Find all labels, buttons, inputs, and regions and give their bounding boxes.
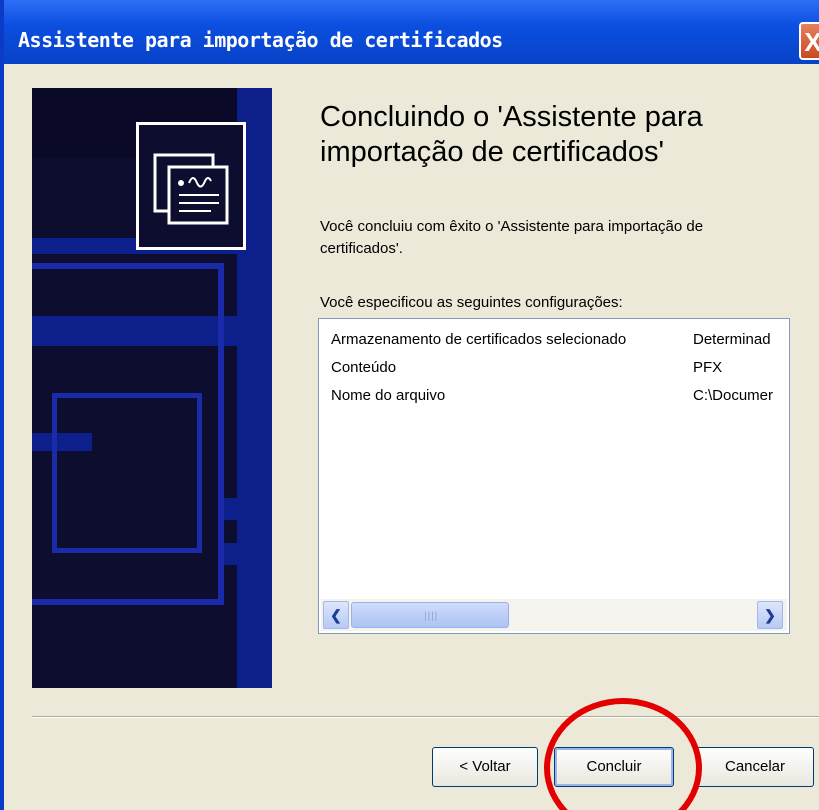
window-title: Assistente para importação de certificad… <box>18 28 503 52</box>
import-wizard-window: Assistente para importação de certificad… <box>0 0 819 810</box>
horizontal-scrollbar[interactable]: ❮ |||| ❯ <box>321 599 787 631</box>
setting-value: PFX <box>693 359 723 376</box>
grip-icon: |||| <box>424 611 439 622</box>
finish-button[interactable]: Concluir <box>554 747 674 787</box>
footer-divider <box>32 716 819 718</box>
back-button[interactable]: < Voltar <box>432 747 538 787</box>
setting-value: Determinad <box>693 331 771 348</box>
close-button[interactable]: X <box>799 22 819 60</box>
scroll-right-icon: ❯ <box>764 607 776 623</box>
settings-list[interactable]: Armazenamento de certificados selecionad… <box>318 318 790 634</box>
completion-description: Você concluiu com êxito o 'Assistente pa… <box>320 218 704 257</box>
setting-value: C:\Documer <box>693 387 774 404</box>
wizard-heading: Concluindo o 'Assistente para importação… <box>320 101 703 168</box>
certificate-icon <box>136 122 246 250</box>
scroll-left-icon: ❮ <box>330 607 342 623</box>
cancel-button[interactable]: Cancelar <box>696 747 814 787</box>
title-bar[interactable]: Assistente para importação de certificad… <box>4 0 819 64</box>
setting-name: Conteúdo <box>331 359 397 376</box>
settings-label: Você especificou as seguintes configuraç… <box>320 294 623 311</box>
scroll-left-button[interactable]: ❮ <box>323 601 349 629</box>
scroll-right-button[interactable]: ❯ <box>757 601 783 629</box>
scrollbar-thumb[interactable]: |||| <box>351 602 509 628</box>
setting-name: Nome do arquivo <box>331 387 446 404</box>
setting-name: Armazenamento de certificados selecionad… <box>331 331 627 348</box>
close-icon: X <box>804 27 819 57</box>
